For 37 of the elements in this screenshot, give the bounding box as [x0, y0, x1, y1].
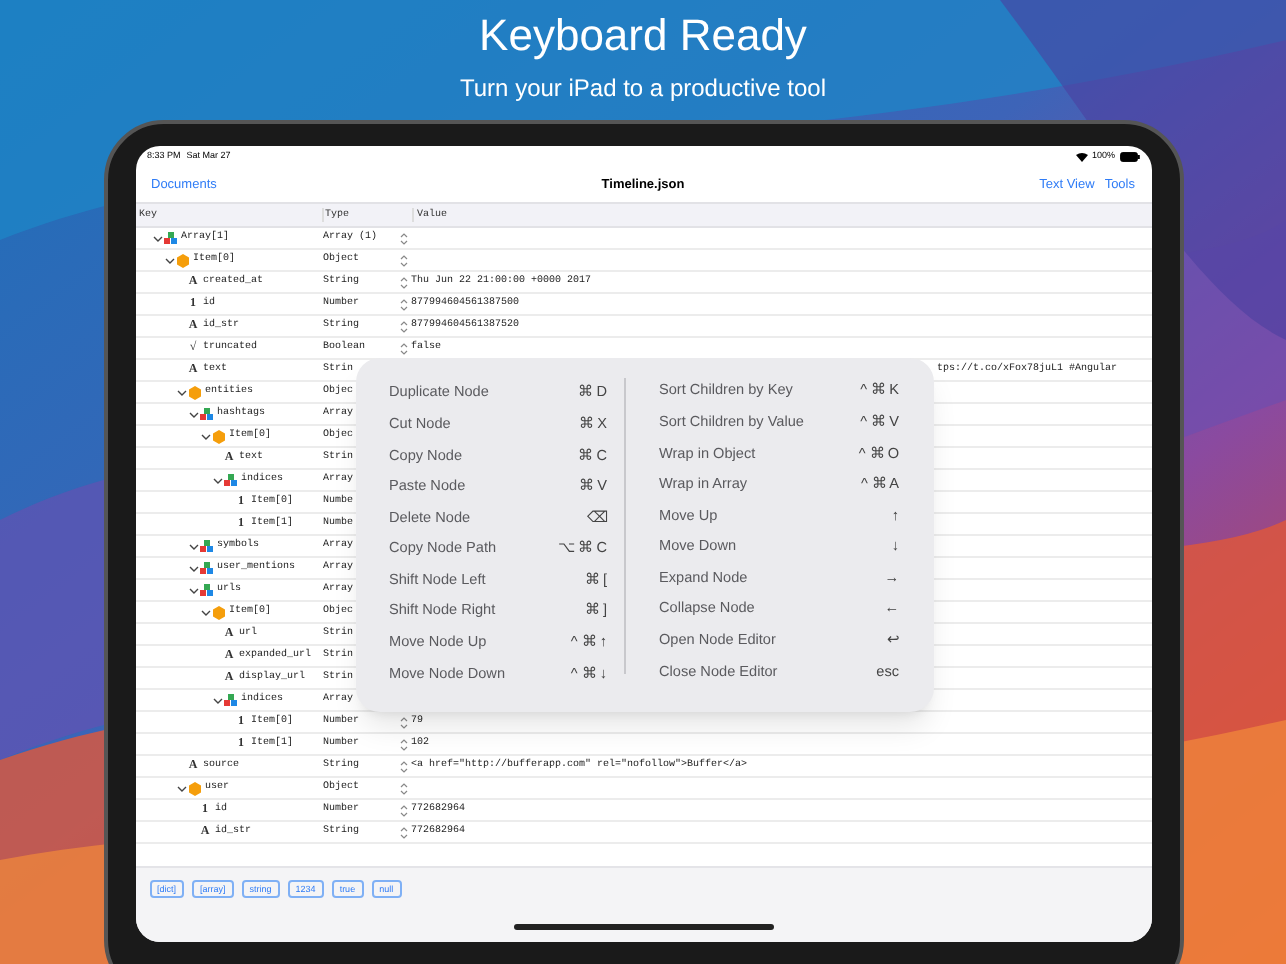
- stepper-icon[interactable]: [399, 253, 407, 267]
- chevron-down-icon[interactable]: [151, 233, 163, 243]
- chevron-down-icon[interactable]: [163, 255, 175, 265]
- subheadline: Turn your iPad to a productive tool: [460, 72, 826, 104]
- blocks-icon: [223, 474, 237, 486]
- chevron-down-icon[interactable]: [175, 783, 187, 793]
- hexagon-icon: [187, 385, 201, 399]
- stepper-icon[interactable]: [399, 715, 407, 729]
- headline: Keyboard Ready: [479, 8, 807, 64]
- chevron-down-icon[interactable]: [175, 387, 187, 397]
- stepper-icon[interactable]: [399, 781, 407, 795]
- hexagon-icon: [175, 253, 189, 267]
- stepper-icon[interactable]: [399, 319, 407, 333]
- stepper-icon[interactable]: [399, 341, 407, 355]
- stepper-icon[interactable]: [399, 825, 407, 839]
- chevron-down-icon[interactable]: [187, 541, 199, 551]
- chevron-down-icon[interactable]: [211, 695, 223, 705]
- chevron-down-icon[interactable]: [199, 607, 211, 617]
- hexagon-icon: [187, 781, 201, 795]
- stepper-icon[interactable]: [399, 737, 407, 751]
- blocks-icon: [163, 232, 177, 244]
- chevron-down-icon[interactable]: [187, 585, 199, 595]
- hexagon-icon: [211, 605, 225, 619]
- chevron-down-icon[interactable]: [211, 475, 223, 485]
- hexagon-icon: [211, 429, 225, 443]
- blocks-icon: [199, 408, 213, 420]
- stepper-icon[interactable]: [399, 297, 407, 311]
- stepper-icon[interactable]: [399, 275, 407, 289]
- blocks-icon: [223, 694, 237, 706]
- wifi-icon: [1075, 152, 1088, 162]
- chevron-down-icon[interactable]: [187, 409, 199, 419]
- battery-icon: [1119, 152, 1139, 162]
- chevron-down-icon[interactable]: [187, 563, 199, 573]
- chevron-down-icon[interactable]: [199, 431, 211, 441]
- stepper-icon[interactable]: [399, 803, 407, 817]
- stepper-icon[interactable]: [399, 759, 407, 773]
- stepper-icon[interactable]: [399, 231, 407, 245]
